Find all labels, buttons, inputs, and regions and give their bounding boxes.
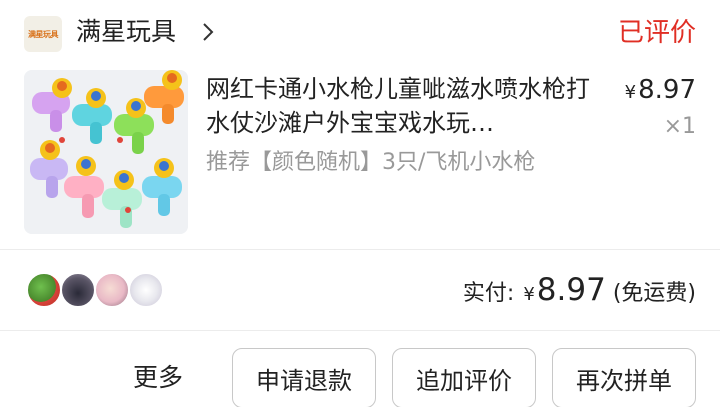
order-actions: 更多 申请退款 追加评价 再次拼单 bbox=[0, 332, 720, 407]
paid-amount: 8.97 bbox=[536, 272, 606, 308]
paid-currency: ¥ bbox=[523, 284, 535, 305]
avatar bbox=[60, 272, 96, 308]
shipping-note: (免运费) bbox=[612, 281, 696, 306]
water-gun-toys-image bbox=[24, 70, 188, 234]
shop-name[interactable]: 满星玩具 bbox=[76, 14, 176, 50]
refund-button[interactable]: 申请退款 bbox=[232, 348, 376, 407]
more-button[interactable]: 更多 bbox=[133, 360, 183, 396]
shop-logo-text: 满星玩具 bbox=[28, 29, 59, 39]
avatar bbox=[128, 272, 164, 308]
shop-logo[interactable]: 满星玩具 bbox=[24, 16, 62, 52]
paid-label: 实付: bbox=[462, 281, 515, 306]
chevron-right-icon[interactable] bbox=[196, 20, 220, 44]
append-review-button[interactable]: 追加评价 bbox=[392, 348, 536, 407]
order-summary: 实付: ¥8.97 (免运费) bbox=[0, 250, 720, 330]
product-title[interactable]: 网红卡通小水枪儿童呲滋水喷水枪打水仗沙滩户外宝宝戏水玩… bbox=[206, 72, 598, 140]
avatar bbox=[94, 272, 130, 308]
product-spec: 推荐【颜色随机】3只/飞机小水枪 bbox=[206, 150, 536, 175]
product-price: ¥8.97 bbox=[625, 72, 696, 111]
divider bbox=[0, 330, 720, 331]
price-value: 8.97 bbox=[638, 75, 696, 105]
product-quantity: ×1 bbox=[663, 114, 696, 139]
order-status: 已评价 bbox=[617, 18, 696, 48]
order-header: 满星玩具 满星玩具 已评价 bbox=[0, 0, 720, 64]
regroup-button[interactable]: 再次拼单 bbox=[552, 348, 696, 407]
product-image[interactable] bbox=[24, 70, 188, 234]
paid-total: 实付: ¥8.97 (免运费) bbox=[463, 270, 696, 315]
avatar bbox=[26, 272, 62, 308]
price-currency: ¥ bbox=[624, 82, 637, 103]
product-card[interactable]: 网红卡通小水枪儿童呲滋水喷水枪打水仗沙滩户外宝宝戏水玩… 推荐【颜色随机】3只/… bbox=[0, 64, 720, 248]
